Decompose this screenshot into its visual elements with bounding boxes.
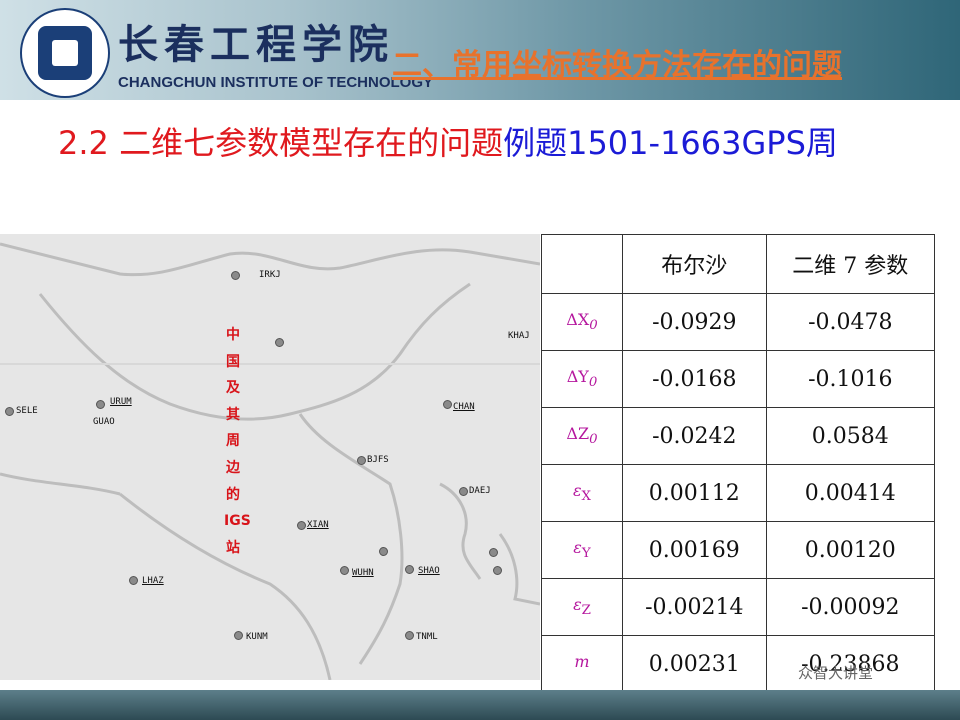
bursa-value: -0.0168 — [622, 350, 767, 408]
table-row: ΔZ0 -0.0242 0.0584 — [541, 407, 936, 465]
igs-station-map: IRKJ KHAJ SELE URUM GUAO CHAN BJFS DAEJ … — [0, 234, 540, 680]
bursa-value: 0.00169 — [622, 521, 767, 579]
param-symbol: εX — [541, 464, 623, 522]
station-lhaz: LHAZ — [142, 576, 164, 586]
station-sele: SELE — [16, 406, 38, 416]
station-daej: DAEJ — [469, 486, 491, 496]
station-dot — [234, 631, 243, 640]
station-dot — [405, 631, 414, 640]
2d-value: 0.00120 — [765, 521, 936, 579]
station-dot — [297, 521, 306, 530]
vertical-char: 国 — [226, 353, 240, 370]
station-urum: URUM — [110, 397, 132, 407]
station-wuhn: WUHN — [352, 568, 374, 578]
station-dot — [443, 400, 452, 409]
vertical-char: 的 — [226, 486, 240, 503]
college-name-en: CHANGCHUN INSTITUTE OF TECHNOLOGY — [118, 74, 433, 91]
slide-title-main: 2.2 二维七参数模型存在的问题 — [58, 124, 504, 162]
station-khaj: KHAJ — [508, 331, 530, 341]
header-banner: 长春工程学院 CHANGCHUN INSTITUTE OF TECHNOLOGY… — [0, 0, 960, 100]
2d-value: -0.0478 — [765, 293, 936, 351]
bursa-value: -0.00214 — [622, 578, 767, 636]
station-irkj: IRKJ — [259, 270, 281, 280]
table-row: ΔY0 -0.0168 -0.1016 — [541, 350, 936, 408]
table-row: ΔX0 -0.0929 -0.0478 — [541, 293, 936, 351]
param-symbol: εY — [541, 521, 623, 579]
table-header-empty — [541, 234, 623, 294]
table-header-bursa: 布尔沙 — [622, 234, 767, 294]
station-dot — [5, 407, 14, 416]
station-dot — [96, 400, 105, 409]
watermark: 众智大讲堂 — [798, 664, 874, 682]
param-symbol: ΔX0 — [541, 293, 623, 351]
slide-title: 2.2 二维七参数模型存在的问题例题1501-1663GPS周 — [58, 118, 838, 164]
station-dot — [275, 338, 284, 347]
map-outline — [0, 242, 540, 680]
bursa-value: -0.0929 — [622, 293, 767, 351]
station-tnml: TNML — [416, 632, 438, 642]
vertical-char: 及 — [226, 380, 240, 397]
station-dot — [405, 565, 414, 574]
station-dot — [379, 547, 388, 556]
station-dot — [489, 548, 498, 557]
bursa-value: 0.00112 — [622, 464, 767, 522]
station-dot — [493, 566, 502, 575]
station-bjfs: BJFS — [367, 455, 389, 465]
section-title: 二、常用坐标转换方法存在的问题 — [392, 48, 842, 83]
college-name-cn: 长春工程学院 — [118, 21, 394, 68]
table-row: εX 0.00112 0.00414 — [541, 464, 936, 522]
bursa-value: 0.00231 — [622, 635, 767, 693]
vertical-char: 站 — [226, 539, 240, 556]
param-symbol: ΔY0 — [541, 350, 623, 408]
bursa-value: -0.0242 — [622, 407, 767, 465]
station-dot — [129, 576, 138, 585]
table-header-row: 布尔沙 二维 7 参数 — [541, 234, 936, 294]
2d-value: -0.00092 — [765, 578, 936, 636]
table-header-2d7param: 二维 7 参数 — [765, 234, 936, 294]
station-kunm: KUNM — [246, 632, 268, 642]
slide-title-example: 例题1501-1663GPS周 — [503, 124, 838, 162]
parameter-table: 布尔沙 二维 7 参数 ΔX0 -0.0929 -0.0478 ΔY0 -0.0… — [541, 234, 936, 693]
vertical-char: 中 — [226, 327, 240, 343]
college-logo — [20, 8, 110, 98]
2d-value: 0.00414 — [765, 464, 936, 522]
vertical-char: 其 — [226, 406, 240, 423]
table-row: εY 0.00169 0.00120 — [541, 521, 936, 579]
station-xian: XIAN — [307, 520, 329, 530]
param-symbol: ΔZ0 — [541, 407, 623, 465]
vertical-char: 周 — [226, 433, 240, 450]
2d-value: -0.1016 — [765, 350, 936, 408]
vertical-char: IGS — [224, 513, 251, 530]
table-row: εZ -0.00214 -0.00092 — [541, 578, 936, 636]
station-dot — [357, 456, 366, 465]
table-row: m 0.00231 -0.23868 — [541, 635, 936, 693]
station-chan: CHAN — [453, 402, 475, 412]
param-symbol: m — [541, 635, 623, 693]
2d-value: 0.0584 — [765, 407, 936, 465]
station-dot — [231, 271, 240, 280]
map-vertical-label: 中 国 及 其 周 边 的 IGS 站 — [224, 322, 251, 561]
vertical-char: 边 — [226, 459, 240, 476]
station-dot — [340, 566, 349, 575]
station-shao: SHAO — [418, 566, 440, 576]
param-symbol: εZ — [541, 578, 623, 636]
station-guao: GUAO — [93, 417, 115, 427]
footer-bar — [0, 690, 960, 720]
station-dot — [459, 487, 468, 496]
